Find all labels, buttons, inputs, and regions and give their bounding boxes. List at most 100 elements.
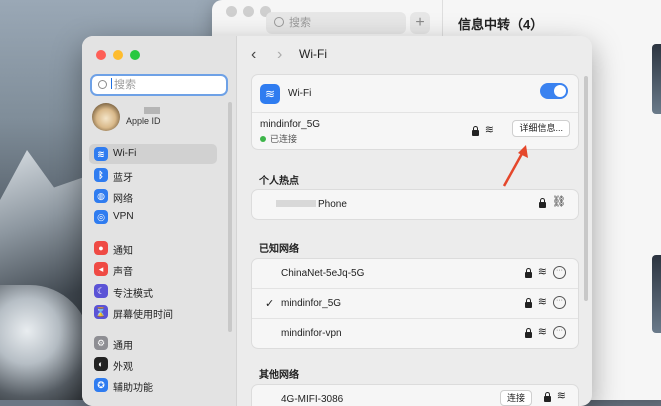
sidebar-item-label: 通知 [113,246,133,257]
link-icon: ⛓ [552,196,566,208]
wifi-toggle[interactable] [540,83,568,99]
lock-icon [543,391,551,402]
messages-window-controls [226,6,271,17]
sidebar-item-label: 通用 [113,341,133,352]
network-name: mindinfor_5G [281,298,342,309]
toolbar: ‹ › Wi-Fi [237,36,592,74]
wifi-signal-icon: ≋ [537,266,547,278]
blurred-name [144,107,160,114]
other-network-row[interactable]: 4G-MIFI-3086 连接 ≋ [252,385,578,406]
network-name: mindinfor-vpn [281,328,342,339]
sidebar-item-label: 蓝牙 [113,173,133,184]
connection-status: 已连接 [260,132,297,145]
sidebar-item-vpn[interactable]: ◎ VPN [89,207,217,227]
wifi-signal-icon: ≋ [537,326,547,338]
more-options-icon[interactable]: ··· [553,296,566,309]
connected-dot [260,136,266,142]
compose-button[interactable]: + [410,12,430,34]
hotspot-card: Phone ⛓ [251,189,579,220]
sidebar-item-label: 声音 [113,267,133,278]
sound-icon: ◂ [94,262,108,276]
sidebar-search-input[interactable]: 搜索 [90,74,228,96]
general-icon: ⚙ [94,336,108,350]
close-button[interactable] [96,50,106,60]
wifi-toggle-row: ≋ Wi-Fi [252,75,578,113]
hotspot-name: Phone [276,199,347,210]
back-button[interactable]: ‹ [251,46,256,64]
sidebar-item-label: Wi-Fi [113,148,137,159]
search-icon [274,17,284,27]
sidebar-item-sound[interactable]: ◂ 声音 [89,259,217,279]
more-options-icon[interactable]: ··· [553,326,566,339]
wifi-signal-icon: ≋ [484,124,494,136]
network-icon: ◍ [94,189,108,203]
other-networks-title: 其他网络 [259,370,299,381]
sidebar-item-accessibility[interactable]: ✪ 辅助功能 [89,375,217,395]
message-thumbnail[interactable] [652,255,661,333]
wifi-signal-icon: ≋ [556,390,566,402]
message-thumbnail[interactable] [652,44,661,114]
lock-icon [539,197,547,208]
connect-button[interactable]: 连接 [499,390,532,406]
minimize-button[interactable] [113,50,123,60]
text-caret [111,78,112,89]
hotspot-row[interactable]: Phone ⛓ [252,190,578,219]
wifi-icon: ≋ [260,84,280,104]
sidebar-item-label: VPN [113,211,134,222]
wifi-icon: ≋ [94,147,108,161]
network-name: ChinaNet-5eJq-5G [281,268,365,279]
known-network-row[interactable]: ChinaNet-5eJq-5G ≋ ··· [252,259,578,289]
blurred-text [276,200,316,207]
appearance-icon: ◐ [94,357,108,371]
lock-icon [471,125,479,136]
avatar [92,103,120,131]
hotspot-section-title: 个人热点 [259,176,299,187]
conversation-title: 信息中转（4） [458,17,544,32]
sidebar-item-wifi[interactable]: ≋ Wi-Fi [89,144,217,164]
current-network-name: mindinfor_5G [260,119,321,130]
other-networks-card: 4G-MIFI-3086 连接 ≋ [251,384,579,406]
apple-id-label: Apple ID [126,116,161,126]
sidebar-item-general[interactable]: ⚙ 通用 [89,333,217,353]
sidebar: 搜索 Apple ID ≋ Wi-Fi ᛒ 蓝牙 ◍ 网络 ◎ VPN ● 通知 ◂ 声音 ☾ 专注模式 ⌛… [82,36,237,406]
lock-icon [524,327,532,338]
apple-id-row[interactable]: Apple ID [92,103,232,135]
focus-icon: ☾ [94,284,108,298]
settings-window: 搜索 Apple ID ≋ Wi-Fi ᛒ 蓝牙 ◍ 网络 ◎ VPN ● 通知 ◂ 声音 ☾ 专注模式 ⌛… [82,36,592,406]
sidebar-item-appearance[interactable]: ◐ 外观 [89,354,217,374]
content-pane: ‹ › Wi-Fi ≋ Wi-Fi mindinfor_5G 已连接 ≋ 详细信… [237,36,592,406]
wifi-label: Wi-Fi [288,88,312,99]
sidebar-item-label: 网络 [113,194,133,205]
annotation-arrow [502,145,528,187]
known-networks-title: 已知网络 [259,244,299,255]
lock-icon [524,267,532,278]
details-button[interactable]: 详细信息... [512,120,570,137]
sidebar-item-focus[interactable]: ☾ 专注模式 [89,281,217,301]
search-icon [98,80,107,89]
sidebar-item-bluetooth[interactable]: ᛒ 蓝牙 [89,165,217,185]
vpn-icon: ◎ [94,210,108,224]
notifications-icon: ● [94,241,108,255]
more-options-icon[interactable]: ··· [553,266,566,279]
sidebar-scrollbar[interactable] [228,102,232,332]
checkmark-icon: ✓ [265,298,275,310]
zoom-button[interactable] [130,50,140,60]
messages-search-input[interactable]: 搜索 [266,12,406,34]
sidebar-item-label: 外观 [113,362,133,373]
sidebar-item-network[interactable]: ◍ 网络 [89,186,217,206]
window-controls [96,50,140,60]
accessibility-icon: ✪ [94,378,108,392]
sidebar-item-label: 专注模式 [113,289,153,300]
page-title: Wi-Fi [299,47,327,61]
sidebar-item-notifications[interactable]: ● 通知 [89,238,217,258]
sidebar-item-screen-time[interactable]: ⌛ 屏幕使用时间 [89,302,217,322]
known-network-row[interactable]: ✓ mindinfor_5G ≋ ··· [252,289,578,319]
known-network-row[interactable]: mindinfor-vpn ≋ ··· [252,319,578,348]
content-scrollbar[interactable] [584,76,588,301]
screen-time-icon: ⌛ [94,305,108,319]
bluetooth-icon: ᛒ [94,168,108,182]
sidebar-item-label: 屏幕使用时间 [113,310,173,321]
wifi-signal-icon: ≋ [537,296,547,308]
known-networks-card: ChinaNet-5eJq-5G ≋ ··· ✓ mindinfor_5G ≋ ··· min… [251,258,579,349]
forward-button[interactable]: › [277,46,282,64]
